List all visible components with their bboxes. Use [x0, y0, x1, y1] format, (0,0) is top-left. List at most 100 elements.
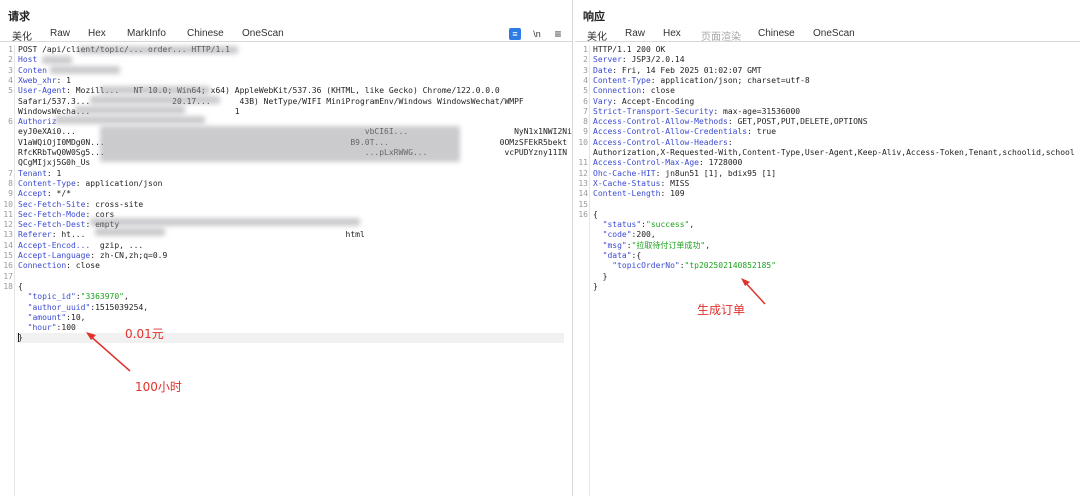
tab-hex[interactable]: Hex [88, 28, 106, 39]
code-line: } [575, 272, 1080, 282]
newline-icon[interactable]: \n [530, 28, 544, 40]
header-name: Date [593, 65, 613, 75]
menu-icon[interactable]: ≡ [553, 28, 563, 40]
header-value: : application/json [75, 178, 163, 188]
json-value: "tp202502140852185" [684, 261, 777, 271]
code-line: "topic_id":"3363970", [0, 292, 572, 302]
code-line: 17 [0, 272, 572, 282]
json-value: { [636, 251, 642, 260]
code-line: 2 Host [0, 55, 572, 65]
code-line: "status":"success", [575, 220, 1080, 230]
header-name: Access-Control-Max-Age [593, 158, 699, 168]
line-number: 5 [8, 86, 13, 96]
text-cursor [18, 333, 19, 343]
code-line: 14 Accept-Encod... gzip, ... [0, 241, 572, 251]
line-number: 7 [8, 168, 13, 178]
line-text: Connection: close [18, 261, 100, 270]
json-key: "topic_id" [27, 292, 76, 302]
json-comma: , [650, 230, 656, 240]
tab-chinese[interactable]: Chinese [758, 28, 795, 39]
request-tabs: 美化 Raw Hex MarkInfo Chinese OneScan ≡ \n… [0, 26, 572, 43]
code-line: 4 Xweb_xhr: 1 [0, 76, 572, 86]
json-key: "topicOrderNo" [612, 261, 680, 271]
tab-beautify[interactable]: 美化 [12, 28, 32, 43]
header-name: Accept [18, 189, 47, 199]
tab-markinfo[interactable]: MarkInfo [127, 28, 166, 39]
code-line: 11 Access-Control-Max-Age: 1728000 [575, 158, 1080, 168]
header-value: { [593, 209, 598, 219]
wrap-icon[interactable]: ≡ [509, 28, 521, 40]
code-line: 15 Accept-Language: zh-CN,zh;q=0.9 [0, 251, 572, 261]
line-number: 8 [8, 178, 13, 188]
line-text: Access-Control-Max-Age: 1728000 [593, 158, 742, 167]
tab-onescan[interactable]: OneScan [242, 28, 284, 39]
code-line: 3 Date: Fri, 14 Feb 2025 01:02:07 GMT [575, 66, 1080, 76]
tab-raw[interactable]: Raw [50, 28, 70, 39]
header-value: : 1728000 [698, 158, 743, 168]
code-line: 13 Referer: ht... html [0, 230, 572, 240]
header-value: : 109 [660, 189, 685, 199]
line-text: Ohc-Cache-HIT: jn8un51 [1], bdix95 [1] [593, 169, 776, 178]
code-line: 6 Vary: Accept-Encoding [575, 97, 1080, 107]
line-text: Sec-Fetch-Site: cross-site [18, 200, 143, 209]
header-name: Authoriz [18, 117, 57, 127]
line-text: "topicOrderNo":"tp202502140852185" [593, 261, 776, 270]
line-text: Access-Control-Allow-Headers: [593, 138, 733, 147]
line-text: Referer: ht... html [18, 230, 365, 239]
line-number: 14 [578, 189, 588, 199]
line-number: 15 [578, 199, 588, 209]
json-comma: , [689, 220, 695, 230]
line-text: Accept: */* [18, 189, 71, 198]
code-line: } [575, 282, 1080, 292]
header-name: Content-Type [593, 75, 651, 85]
tab-raw[interactable]: Raw [625, 28, 645, 39]
json-value: 200 [636, 230, 651, 240]
redaction-blur [100, 86, 210, 94]
line-text: X-Cache-Status: MISS [593, 179, 689, 188]
code-line: 18 { [0, 282, 572, 292]
json-key: "code" [602, 230, 632, 240]
line-text: Connection: close [593, 86, 675, 95]
header-value: HTTP/1.1 200 OK [593, 45, 666, 54]
code-line: Authorization,X-Requested-With,Content-T… [575, 148, 1080, 158]
code-line: "data":{ [575, 251, 1080, 261]
header-value: : jn8un51 [1], bdix95 [1] [655, 168, 777, 178]
header-name: Accept-Encod... [18, 240, 91, 250]
line-number: 3 [583, 65, 588, 75]
header-value: : [727, 137, 733, 147]
json-key: "status" [602, 220, 642, 230]
line-number: 4 [8, 75, 13, 85]
line-text: Authoriz [18, 117, 57, 126]
tab-onescan[interactable]: OneScan [813, 28, 855, 39]
code-line: 8 Content-Type: application/json [0, 179, 572, 189]
line-number: 14 [3, 240, 13, 250]
code-line: 8 Access-Control-Allow-Methods: GET,POST,… [575, 117, 1080, 127]
code-line: "amount":10, [0, 313, 572, 323]
response-editor[interactable]: 1 HTTP/1.1 200 OK 2 Server: JSP3/2.0.14 3 Dat… [575, 45, 1080, 496]
annotation-arrow [86, 332, 131, 372]
line-text: } [593, 282, 598, 291]
request-title: 请求 [8, 11, 30, 23]
header-name: X-Cache-Status [593, 178, 661, 188]
header-value: : 1 [56, 75, 71, 85]
line-number: 16 [3, 261, 13, 271]
header-name: Sec-Fetch-Mode [18, 209, 86, 219]
response-title: 响应 [583, 11, 605, 23]
line-number: 13 [3, 230, 13, 240]
line-text: "status":"success", [593, 220, 695, 230]
annotation-arrow [741, 278, 766, 305]
header-value: Authorization,X-Requested-With,Content-T… [593, 148, 1075, 157]
line-text: Authorization,X-Requested-With,Content-T… [593, 148, 1075, 157]
tab-beautify[interactable]: 美化 [587, 28, 607, 43]
header-value: : cross-site [85, 199, 144, 209]
header-name: Access-Control-Allow-Headers [593, 137, 728, 147]
header-name: Access-Control-Allow-Methods [593, 117, 728, 127]
code-line: 16 { [575, 210, 1080, 220]
code-line: "msg":"拉取待付订单成功", [575, 241, 1080, 251]
json-value: "3363970" [80, 292, 124, 302]
header-value: : max-age=31536000 [713, 106, 801, 116]
line-number: 2 [8, 55, 13, 65]
tab-hex[interactable]: Hex [663, 28, 681, 39]
tab-chinese[interactable]: Chinese [187, 28, 224, 39]
header-name: Server [593, 55, 622, 65]
